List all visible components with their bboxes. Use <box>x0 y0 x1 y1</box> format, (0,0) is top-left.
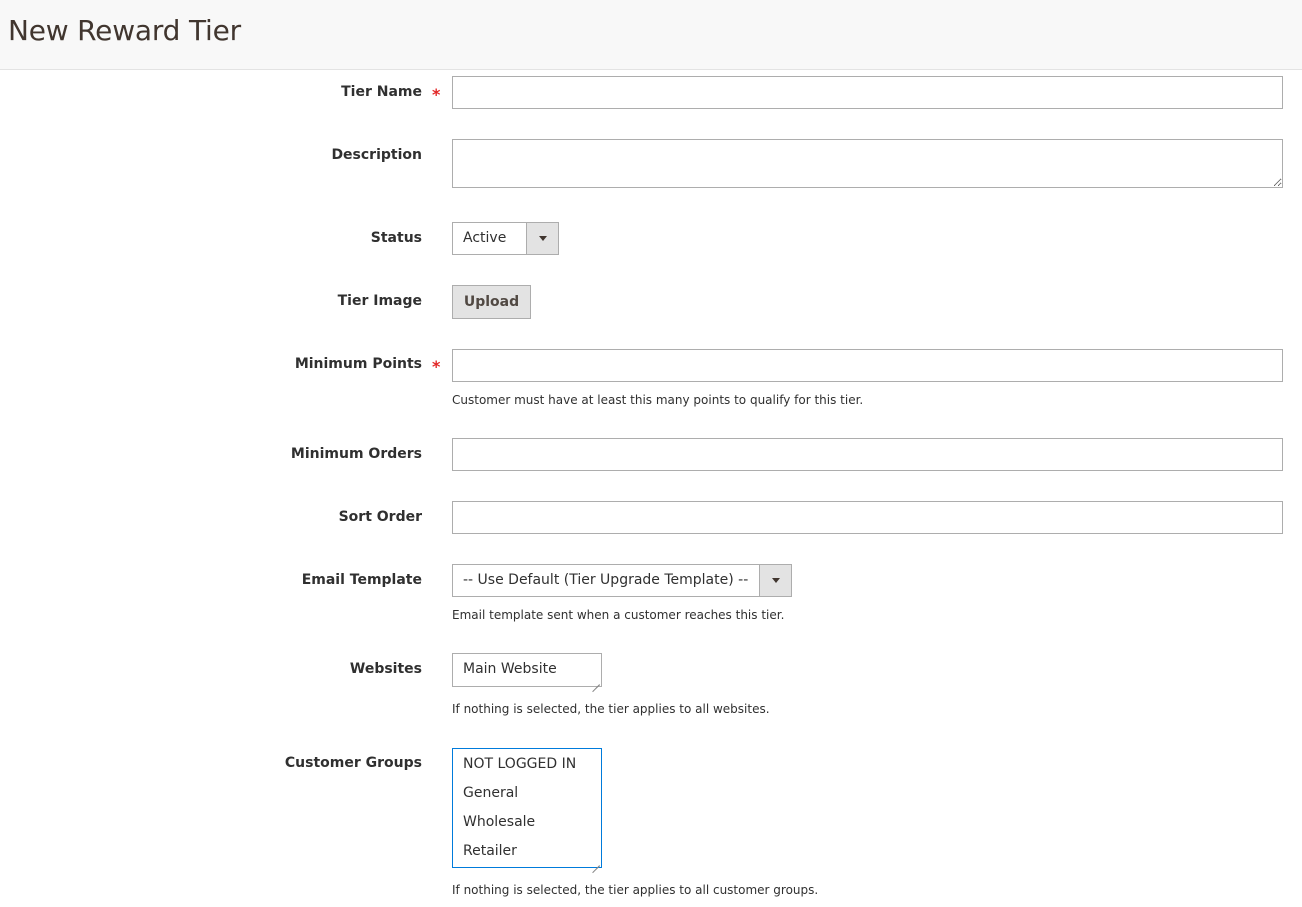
customer-groups-multiselect[interactable]: NOT LOGGED IN General Wholesale Retailer <box>452 748 602 868</box>
customer-group-option-general[interactable]: General <box>463 785 518 801</box>
email-template-dropdown-button[interactable] <box>759 565 791 596</box>
chevron-down-icon <box>539 236 547 241</box>
websites-option-main-website[interactable]: Main Website <box>463 661 557 677</box>
tier-image-label: Tier Image <box>337 293 422 309</box>
customer-groups-note: If nothing is selected, the tier applies… <box>452 883 819 897</box>
upload-button[interactable]: Upload <box>452 285 531 319</box>
tier-name-input[interactable] <box>452 76 1283 109</box>
minimum-orders-label: Minimum Orders <box>290 446 422 462</box>
customer-group-option-wholesale[interactable]: Wholesale <box>463 814 535 830</box>
page-title: New Reward Tier <box>8 14 241 47</box>
email-template-select[interactable]: -- Use Default (Tier Upgrade Template) -… <box>452 564 792 597</box>
email-template-label: Email Template <box>301 572 422 588</box>
minimum-points-note: Customer must have at least this many po… <box>452 393 864 407</box>
email-template-note: Email template sent when a customer reac… <box>452 608 785 622</box>
sort-order-label: Sort Order <box>338 509 422 525</box>
websites-note: If nothing is selected, the tier applies… <box>452 702 770 716</box>
status-dropdown-button[interactable] <box>526 223 558 254</box>
minimum-points-required-mark: * <box>432 357 441 376</box>
websites-multiselect[interactable]: Main Website <box>452 653 602 687</box>
minimum-orders-input[interactable] <box>452 438 1283 471</box>
description-textarea[interactable] <box>452 139 1283 188</box>
status-label: Status <box>370 230 422 246</box>
websites-label: Websites <box>349 661 422 677</box>
tier-name-label: Tier Name <box>341 84 422 100</box>
description-label: Description <box>331 147 422 163</box>
tier-name-required-mark: * <box>432 85 441 104</box>
chevron-down-icon <box>772 578 780 583</box>
email-template-selected-value: -- Use Default (Tier Upgrade Template) -… <box>463 572 749 588</box>
minimum-points-input[interactable] <box>452 349 1283 382</box>
sort-order-input[interactable] <box>452 501 1283 534</box>
page-header: New Reward Tier <box>0 0 1302 70</box>
resize-handle-icon[interactable] <box>592 677 600 685</box>
status-select[interactable]: Active <box>452 222 559 255</box>
resize-handle-icon[interactable] <box>592 858 600 866</box>
customer-group-option-retailer[interactable]: Retailer <box>463 843 517 859</box>
status-selected-value: Active <box>463 230 507 246</box>
customer-groups-label: Customer Groups <box>284 755 422 771</box>
minimum-points-label: Minimum Points <box>294 356 422 372</box>
customer-group-option-not-logged-in[interactable]: NOT LOGGED IN <box>463 756 576 772</box>
